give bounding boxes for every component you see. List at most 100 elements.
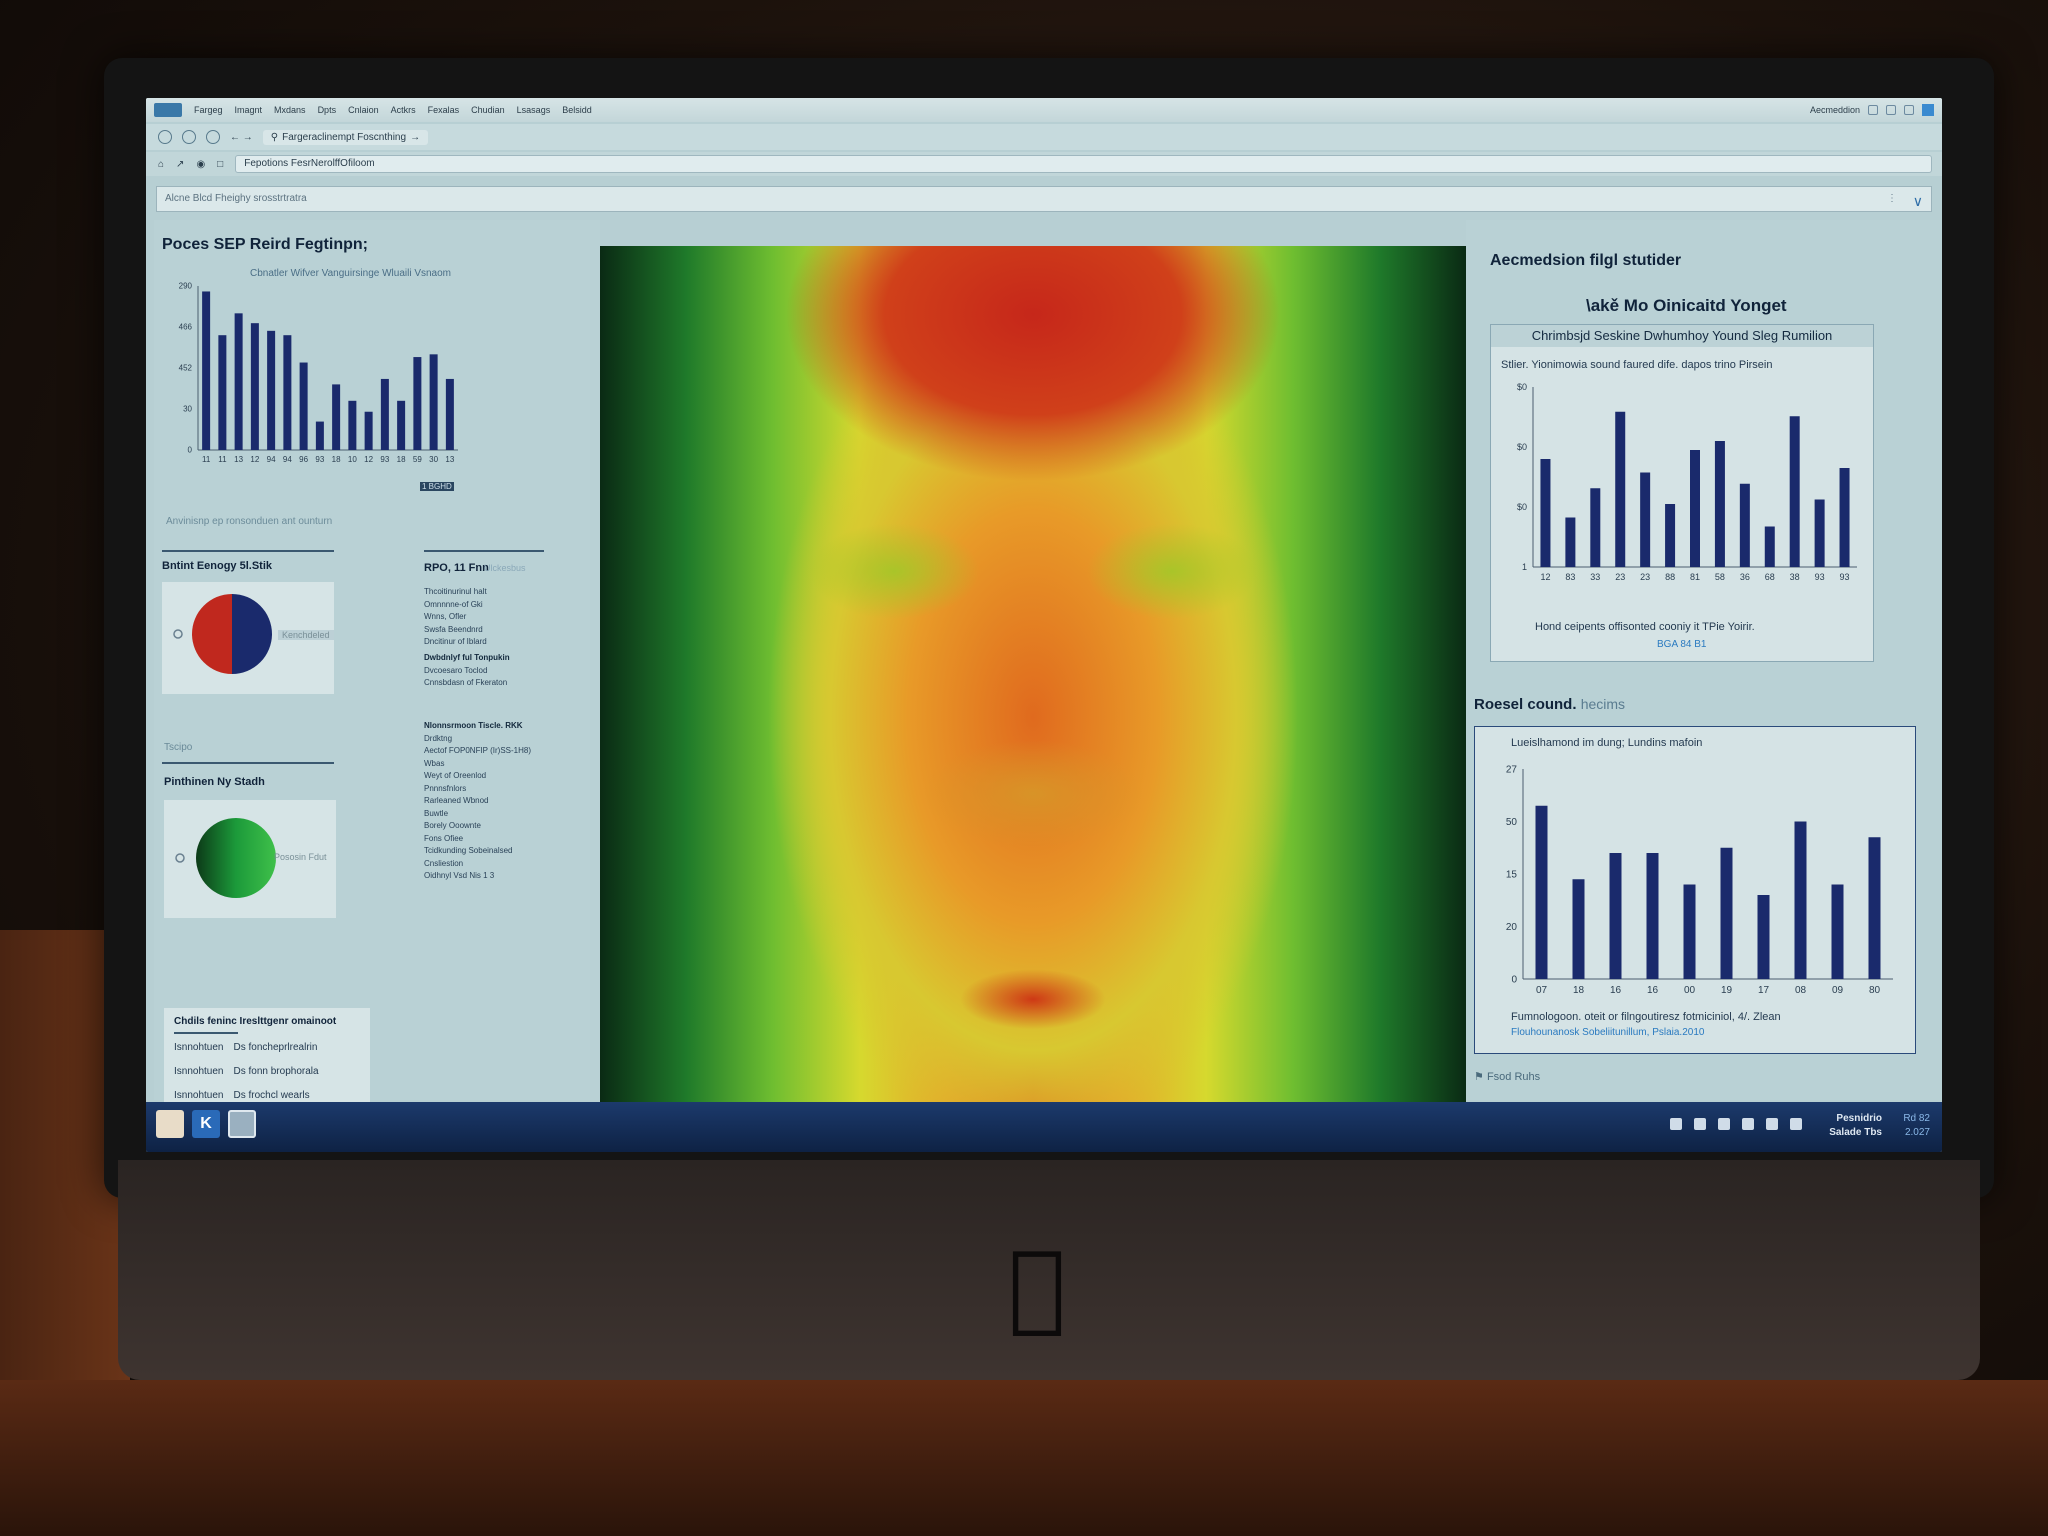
list-item[interactable]: Isnnohtuen Ds frochcl wearls — [174, 1090, 310, 1101]
clock[interactable]: Pesnidrio Salade Tbs — [1829, 1112, 1882, 1140]
status-icon[interactable] — [1886, 105, 1896, 115]
forward-icon[interactable] — [182, 130, 196, 144]
browser-toolbar: ← → ⚲ Fargeraclinempt Foscnthing → — [146, 124, 1942, 150]
home-icon[interactable]: ⌂ — [158, 159, 164, 170]
chart-box-text: Stlier. Yionimowia sound faured dife. da… — [1501, 359, 1773, 371]
chart-box-link[interactable]: Flouhounanosk Sobeliitunillum, Pslaia.20… — [1511, 1027, 1704, 1038]
info-line: Drdktng — [424, 733, 453, 743]
tray-icon[interactable] — [1790, 1118, 1802, 1130]
menubar-right-label: Aecmeddion — [1809, 105, 1860, 115]
x-tick-label: 93 — [315, 455, 324, 464]
info-line: Dvcoesaro Toclod — [424, 665, 488, 675]
share-icon[interactable]: ↗ — [176, 159, 184, 170]
pie-legend: Kenchdeled — [278, 630, 334, 640]
menu-item[interactable]: Imagnt — [235, 105, 263, 115]
menu-dots-icon[interactable]: ⋮ — [1887, 187, 1897, 211]
right-bar-chart-2: 07 18 16 16 00 19 17 08 09 80 0 20 15 50 27 — [1506, 764, 1893, 996]
y-tick-label: 15 — [1506, 869, 1518, 880]
y-tick-label: 466 — [179, 323, 193, 332]
x-tick-label: 07 — [1536, 985, 1548, 996]
section-2-title: Roesel cound. — [1474, 696, 1577, 713]
y-tick-label: 27 — [1506, 764, 1518, 775]
find-bar[interactable]: Alcne Blcd Fheighy srosstrtratra ⋮ ∨ — [156, 186, 1932, 212]
menu-item[interactable]: Fargeg — [194, 105, 223, 115]
lock-icon: ◉ — [196, 158, 206, 170]
menu-item[interactable]: Actkrs — [391, 105, 416, 115]
right-subheading: \akě Mo Oinicaitd Yonget — [1586, 296, 1787, 315]
back-icon[interactable] — [158, 130, 172, 144]
chart-box-footer: Fumnologoon. oteit or filngoutiresz fotm… — [1511, 1011, 1781, 1023]
bar — [1794, 821, 1807, 979]
menu-item[interactable]: Cnlaion — [348, 105, 379, 115]
menu-item[interactable]: Dpts — [318, 105, 337, 115]
address-bar[interactable]: Fepotions FesrNerolffOfiloom — [235, 155, 1932, 173]
bar — [1868, 837, 1881, 979]
info-line: Weyt of Oreenlod — [424, 771, 487, 780]
browser-tab[interactable]: ⚲ Fargeraclinempt Foscnthing → — [262, 129, 429, 145]
x-tick-label: 94 — [283, 455, 292, 464]
tray-icon[interactable] — [1742, 1118, 1754, 1130]
bar — [348, 400, 357, 450]
reload-icon[interactable] — [206, 130, 220, 144]
card-title: Bntint Eenogy 5l.Stik — [162, 560, 273, 572]
find-placeholder: Alcne Blcd Fheighy srosstrtratra — [165, 193, 307, 204]
app-icon[interactable]: K — [192, 1110, 220, 1138]
x-tick-label: 36 — [1740, 572, 1750, 582]
list-item[interactable]: Isnnohtuen Ds fonn brophorala — [174, 1066, 319, 1077]
info-line: Fons Ofiee — [424, 833, 464, 843]
radio-icon — [173, 629, 183, 639]
y-tick-label: 290 — [179, 282, 193, 291]
window-icon[interactable] — [1922, 104, 1934, 116]
tray-icon[interactable] — [1694, 1118, 1706, 1130]
y-tick-label: 20 — [1506, 922, 1518, 933]
collapse-icon[interactable]: ∨ — [1913, 189, 1923, 213]
menu-item[interactable]: Lsasags — [517, 105, 551, 115]
doc-icon[interactable]: □ — [217, 159, 223, 170]
app-logo-icon[interactable] — [154, 103, 182, 117]
chart-note: 1 BGHD — [420, 482, 454, 491]
menu-item[interactable]: Mxdans — [274, 105, 306, 115]
list-item[interactable]: Isnnohtuen Ds foncheprlrealrin — [174, 1042, 317, 1053]
x-tick-label: 12 — [250, 455, 259, 464]
tray-icon[interactable] — [1670, 1118, 1682, 1130]
date-line: 2.027 — [1904, 1127, 1930, 1138]
tray-icon[interactable] — [1718, 1118, 1730, 1130]
menu-item[interactable]: Chudian — [471, 105, 505, 115]
clock-line: Salade Tbs — [1829, 1127, 1882, 1138]
x-tick-label: 10 — [348, 455, 357, 464]
x-tick-label: 17 — [1758, 985, 1770, 996]
photo-app-icon[interactable] — [228, 1110, 256, 1138]
menu-item[interactable]: Fexalas — [428, 105, 460, 115]
info-line: Oidhnyl Vsd Nis 1 3 — [424, 871, 495, 880]
bar — [299, 362, 308, 450]
x-tick-label: 08 — [1795, 985, 1807, 996]
arrows-icon[interactable]: ← → — [230, 132, 253, 143]
y-tick-label: 0 — [188, 446, 193, 455]
footnote-text: Fsod Ruhs — [1486, 1071, 1541, 1083]
date-line: Rd 82 — [1903, 1113, 1930, 1124]
info-line: Omnnnne-of Gki — [424, 599, 483, 609]
status-icon[interactable] — [1868, 105, 1878, 115]
chart-box-text: Lueislhamond im dung; Lundins mafoin — [1511, 737, 1703, 749]
info-line: Cnsliestion — [424, 858, 464, 868]
face-heatmap-image[interactable] — [600, 246, 1466, 1102]
tray-icon[interactable] — [1766, 1118, 1778, 1130]
status-icon[interactable] — [1904, 105, 1914, 115]
list-cell: Isnnohtuen — [174, 1066, 224, 1077]
start-icon[interactable] — [156, 1110, 184, 1138]
bar — [202, 291, 211, 450]
bar — [1789, 416, 1800, 567]
bar — [332, 384, 341, 450]
x-tick-label: 83 — [1565, 572, 1575, 582]
info-list-2: Dvcoesaro Toclod Cnnsbdasn of Fkeraton — [424, 665, 510, 690]
bar — [1757, 895, 1770, 979]
info-heading: RPO, 11 Fnn — [424, 562, 489, 574]
date[interactable]: Rd 82 2.027 — [1903, 1112, 1930, 1140]
chart-box-link[interactable]: BGA 84 B1 — [1657, 639, 1706, 650]
tab-arrow-icon[interactable]: → — [410, 132, 420, 143]
info-list-3: Drdktng Aectof FOP0NFIP (Ir)SS-1H8) Wbas We… — [424, 733, 531, 883]
info-line: Swsfa Beendnrd — [424, 624, 483, 634]
menu-item[interactable]: Belsidd — [562, 105, 592, 115]
bar — [1683, 884, 1696, 979]
divider — [162, 762, 334, 764]
